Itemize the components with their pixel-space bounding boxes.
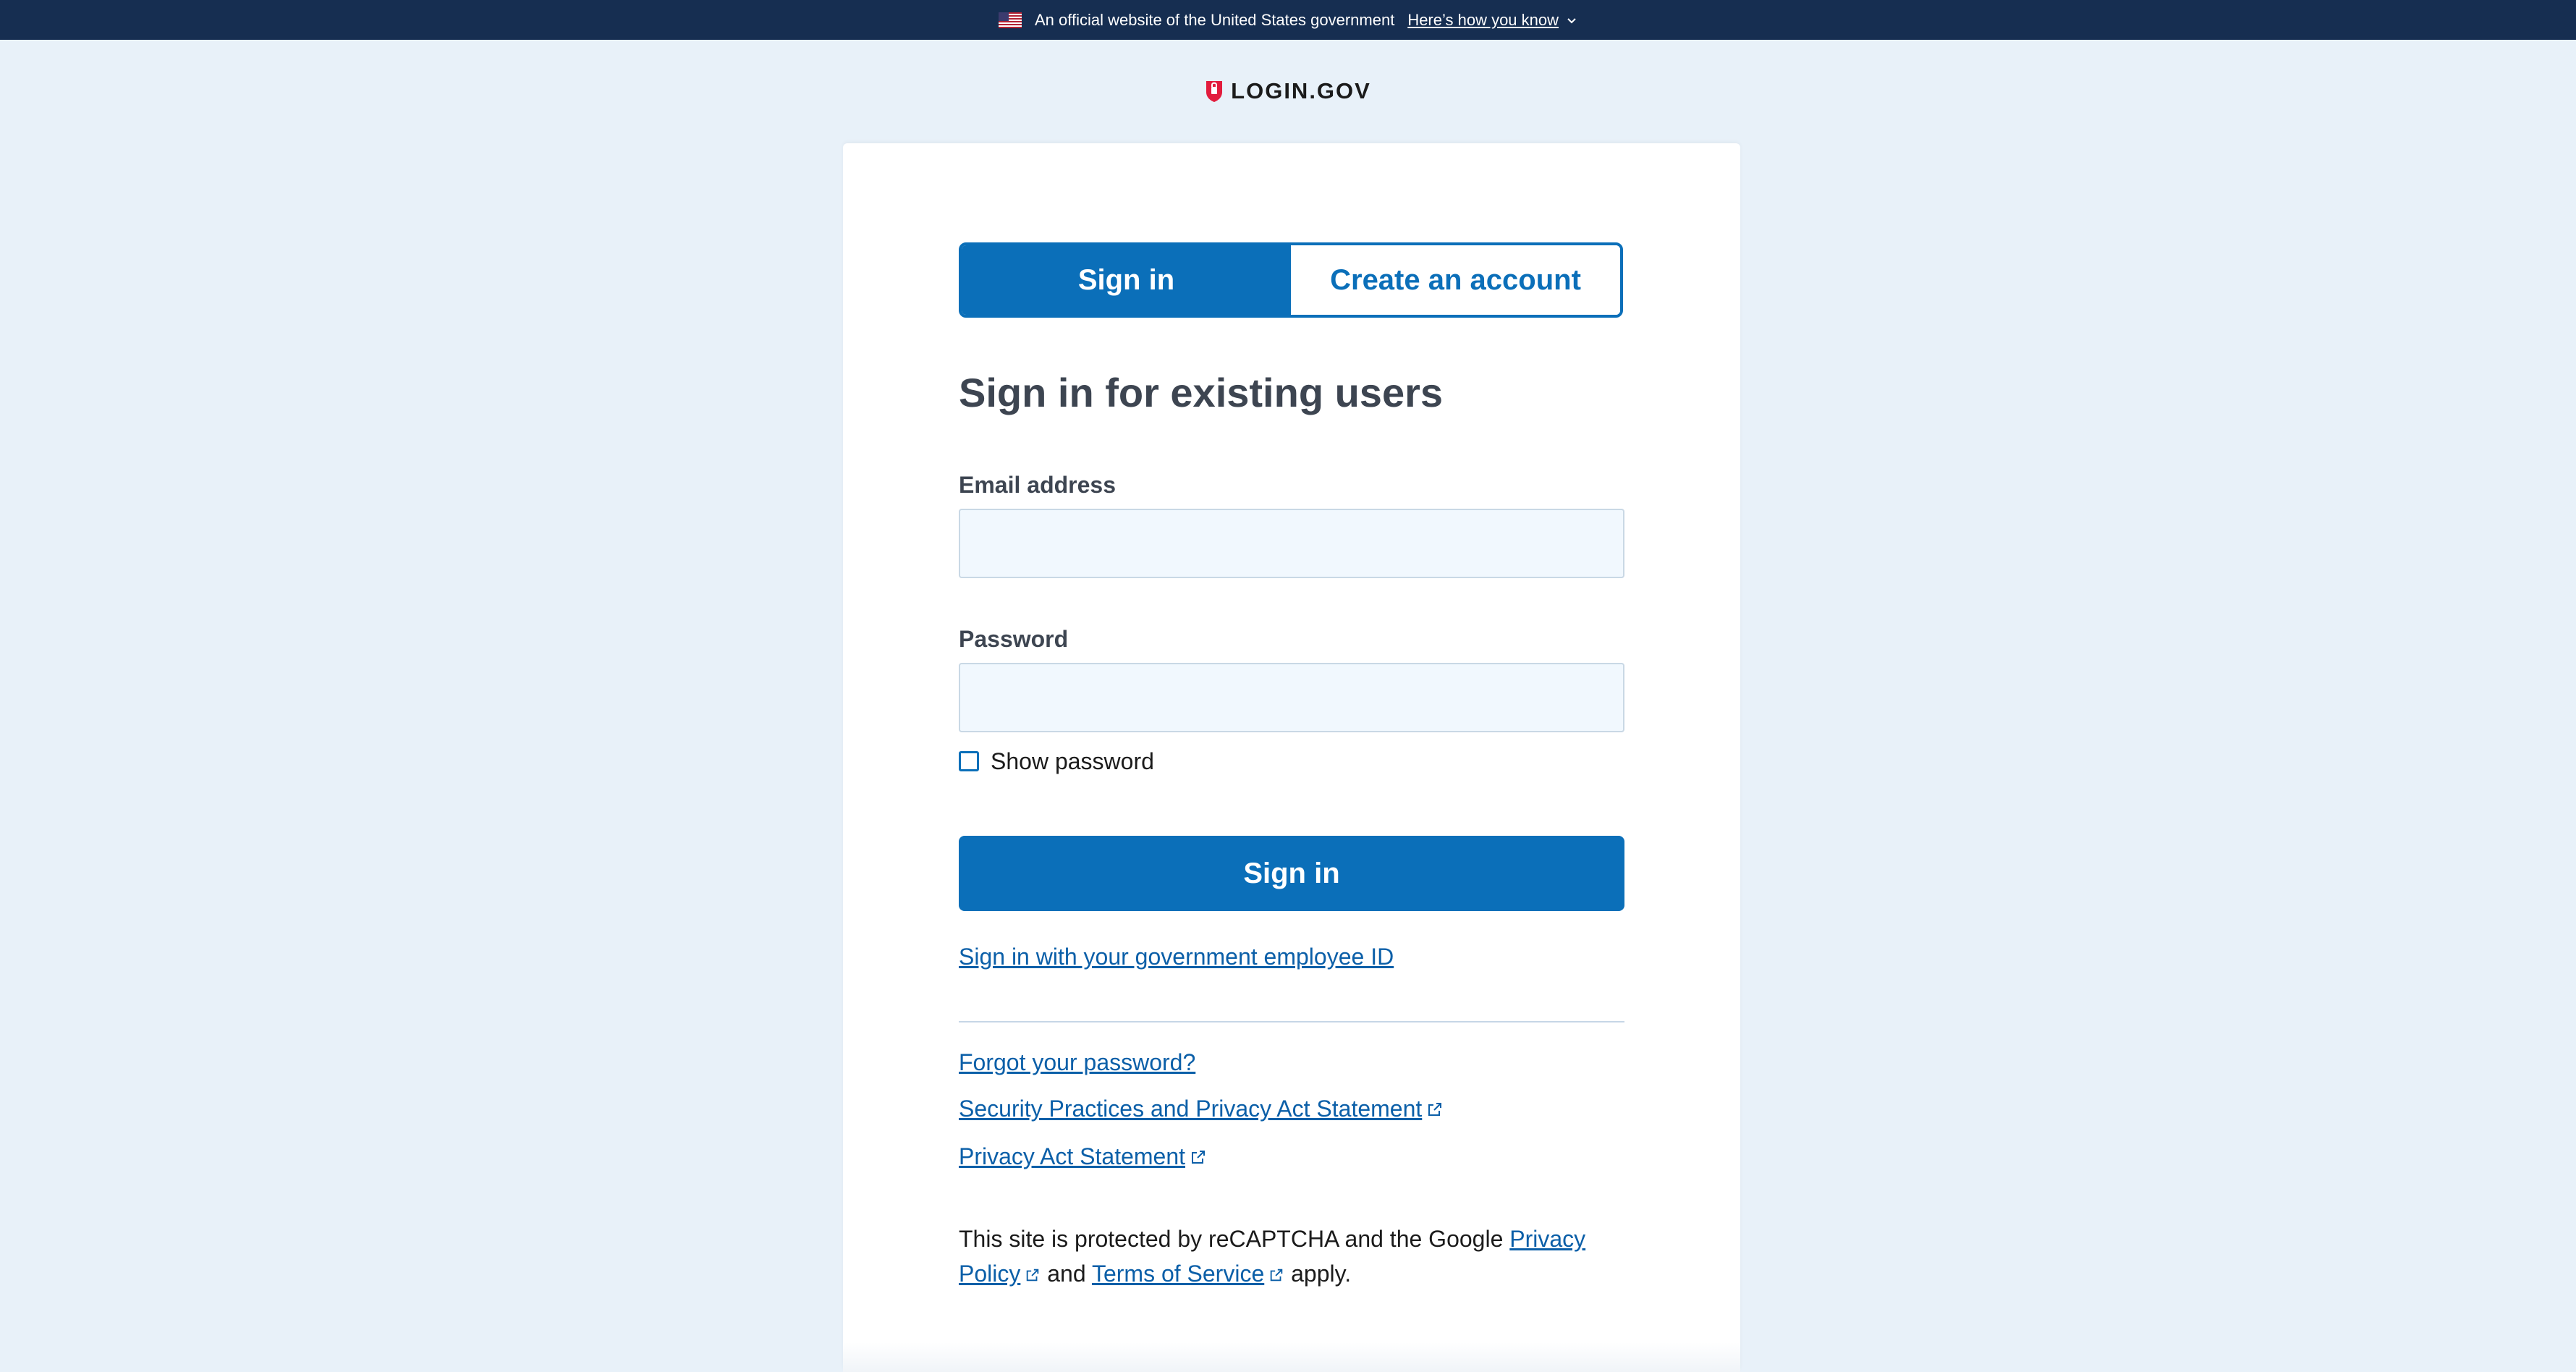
- gov-banner: An official website of the United States…: [0, 0, 2576, 40]
- banner-link-label: Here’s how you know: [1407, 10, 1559, 29]
- privacy-act-link[interactable]: Privacy Act Statement: [959, 1143, 1207, 1170]
- recaptcha-notice: This site is protected by reCAPTCHA and …: [959, 1221, 1624, 1291]
- recaptcha-prefix: This site is protected by reCAPTCHA and …: [959, 1226, 1510, 1252]
- chevron-down-icon: [1567, 17, 1576, 23]
- password-field[interactable]: [959, 663, 1624, 732]
- external-link-icon: [1270, 1269, 1283, 1282]
- password-label: Password: [959, 626, 1069, 652]
- forgot-password-link[interactable]: Forgot your password?: [959, 1049, 1195, 1076]
- logo-wordmark: LOGIN.GOV: [1231, 78, 1371, 103]
- show-password-row: Show password: [959, 747, 1154, 776]
- google-terms-link[interactable]: Terms of Service: [1092, 1261, 1264, 1287]
- us-flag-icon: [998, 12, 1022, 28]
- banner-text: An official website of the United States…: [1034, 10, 1395, 29]
- show-password-label[interactable]: Show password: [991, 748, 1154, 775]
- tab-sign-in[interactable]: Sign in: [962, 245, 1291, 315]
- recaptcha-and: and: [1041, 1261, 1092, 1287]
- auth-tabs: Sign in Create an account: [959, 242, 1623, 318]
- external-link-icon: [1428, 1102, 1442, 1116]
- privacy-act-label[interactable]: Privacy Act Statement: [959, 1143, 1185, 1170]
- security-practices-link[interactable]: Security Practices and Privacy Act State…: [959, 1096, 1444, 1122]
- heres-how-you-know-link[interactable]: Here’s how you know: [1407, 11, 1577, 30]
- card-bottom-fade: [843, 1342, 1740, 1372]
- security-practices-label[interactable]: Security Practices and Privacy Act State…: [959, 1096, 1422, 1122]
- page-title: Sign in for existing users: [959, 370, 1444, 415]
- login-shield-icon: [1206, 81, 1223, 102]
- divider: [959, 1021, 1624, 1022]
- show-password-checkbox[interactable]: [959, 751, 979, 771]
- external-link-icon: [1192, 1150, 1206, 1164]
- email-label: Email address: [959, 472, 1116, 498]
- external-link-icon: [1027, 1269, 1039, 1282]
- recaptcha-suffix: apply.: [1284, 1261, 1352, 1287]
- piv-sign-in-link[interactable]: Sign in with your government employee ID: [959, 944, 1394, 970]
- login-gov-logo[interactable]: LOGIN.GOV: [0, 72, 2576, 110]
- tab-create-account[interactable]: Create an account: [1291, 245, 1620, 315]
- email-field[interactable]: [959, 509, 1624, 578]
- sign-in-button[interactable]: Sign in: [959, 836, 1624, 911]
